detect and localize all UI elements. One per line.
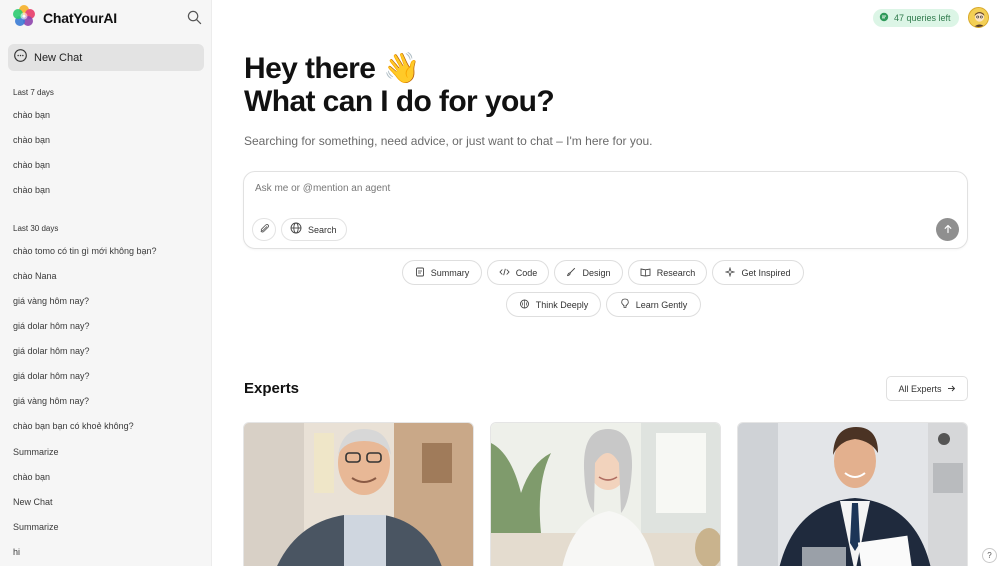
chip-label: Learn Gently <box>635 299 688 310</box>
composer: Search <box>243 171 968 249</box>
book-icon <box>640 264 651 282</box>
chip-label: Research <box>656 267 696 278</box>
quota-badge: 47 queries left <box>873 9 959 27</box>
help-button[interactable]: ? <box>982 548 997 563</box>
history-item[interactable]: Summarize <box>13 447 59 457</box>
chip-label: Design <box>582 267 611 278</box>
message-input[interactable] <box>255 183 855 194</box>
paperclip-icon <box>259 221 270 239</box>
search-label: Search <box>308 224 337 235</box>
history-item[interactable]: chào bạn <box>13 110 50 120</box>
history-item[interactable]: chào bạn <box>13 185 50 195</box>
history-item[interactable]: chào bạn bạn có khoẻ không? <box>13 421 134 431</box>
new-chat-button[interactable]: New Chat <box>8 44 204 71</box>
sidebar: ChatYourAI New Chat Last 7 days chào bạn… <box>0 0 212 566</box>
history-item[interactable]: giá vàng hôm nay? <box>13 296 89 306</box>
section-label-last-7-days: Last 7 days <box>13 88 54 97</box>
subtitle: Searching for something, need advice, or… <box>244 134 653 148</box>
chip-design[interactable]: Design <box>554 260 623 285</box>
new-chat-label: New Chat <box>34 51 83 64</box>
avatar[interactable] <box>968 7 989 28</box>
sparkle-icon <box>725 264 736 282</box>
chip-label: Code <box>515 267 538 278</box>
globe-icon <box>290 221 302 239</box>
lightbulb-icon <box>620 296 630 314</box>
history-item[interactable]: chào bạn <box>13 135 50 145</box>
expert-card[interactable] <box>243 422 474 566</box>
message-icon <box>879 9 889 27</box>
chip-get-inspired[interactable]: Get Inspired <box>712 260 804 285</box>
brand[interactable]: ChatYourAI <box>12 4 117 33</box>
title-greeting: Hey there 👋 <box>244 52 420 85</box>
all-experts-button[interactable]: All Experts <box>886 376 968 401</box>
chat-bubble-icon <box>13 48 28 68</box>
arrow-up-icon <box>943 221 953 239</box>
quota-text: 47 queries left <box>894 13 951 23</box>
attach-button[interactable] <box>252 218 276 241</box>
expert-photo <box>491 423 720 566</box>
history-item[interactable]: chào Nana <box>13 271 57 281</box>
all-experts-label: All Experts <box>898 383 942 394</box>
send-button[interactable] <box>936 218 959 241</box>
page-title: Hey there 👋 What can I do for you? <box>244 52 555 118</box>
expert-card[interactable] <box>490 422 721 566</box>
chip-label: Think Deeply <box>535 299 589 310</box>
chip-label: Summary <box>430 267 470 278</box>
web-search-toggle[interactable]: Search <box>281 218 347 241</box>
chip-research[interactable]: Research <box>628 260 707 285</box>
code-icon <box>499 264 510 282</box>
history-item[interactable]: giá dolar hôm nay? <box>13 346 90 356</box>
history-item[interactable]: Summarize <box>13 522 59 532</box>
history-item[interactable]: chào bạn <box>13 160 50 170</box>
arrow-right-icon <box>947 380 956 398</box>
chip-code[interactable]: Code <box>487 260 549 285</box>
expert-card[interactable] <box>737 422 968 566</box>
section-label-last-30-days: Last 30 days <box>13 224 59 233</box>
brush-icon <box>566 264 576 282</box>
history-item[interactable]: hi <box>13 547 20 557</box>
document-icon <box>415 264 425 282</box>
brain-icon <box>519 296 530 314</box>
experts-heading: Experts <box>244 380 300 397</box>
history-item[interactable]: giá vàng hôm nay? <box>13 396 89 406</box>
history-item[interactable]: giá dolar hôm nay? <box>13 321 90 331</box>
app-name: ChatYourAI <box>43 10 117 26</box>
chip-label: Get Inspired <box>741 267 791 278</box>
chip-think-deeply[interactable]: Think Deeply <box>506 292 601 317</box>
chip-summary[interactable]: Summary <box>402 260 482 285</box>
search-icon[interactable] <box>185 8 203 26</box>
title-question: What can I do for you? <box>244 85 555 118</box>
expert-photo <box>738 423 967 566</box>
app-logo-icon <box>12 4 36 33</box>
history-item[interactable]: chào tomo có tin gì mới không bạn? <box>13 246 157 256</box>
history-item[interactable]: chào bạn <box>13 472 50 482</box>
expert-photo <box>244 423 473 566</box>
history-item[interactable]: giá dolar hôm nay? <box>13 371 90 381</box>
chip-learn-gently[interactable]: Learn Gently <box>606 292 701 317</box>
history-item[interactable]: New Chat <box>13 497 53 507</box>
